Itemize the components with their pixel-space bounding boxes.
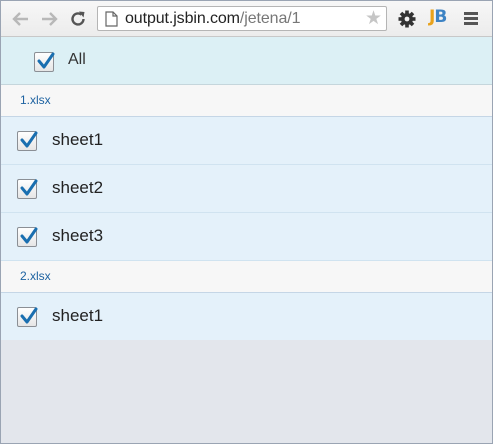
- star-icon[interactable]: ★: [365, 9, 382, 28]
- url-path: /jetena/1: [239, 10, 301, 27]
- sheet-row[interactable]: sheet1: [1, 117, 492, 165]
- forward-arrow-icon[interactable]: [38, 8, 60, 30]
- sheet-row[interactable]: sheet3: [1, 213, 492, 261]
- sheet-label: sheet1: [52, 130, 104, 149]
- browser-toolbar: output.jsbin.com/jetena/1 ★ JB: [1, 1, 492, 37]
- checkmark-icon: [37, 52, 55, 69]
- file-name: 1.xlsx: [20, 93, 51, 107]
- file-header-1: 1.xlsx: [1, 85, 492, 117]
- jsbin-logo[interactable]: JB: [429, 7, 447, 27]
- sheet-row[interactable]: sheet1: [1, 293, 492, 340]
- file-header-2: 2.xlsx: [1, 261, 492, 293]
- file-name: 2.xlsx: [20, 269, 51, 283]
- page-icon: [105, 11, 118, 27]
- back-arrow-icon[interactable]: [10, 8, 32, 30]
- checkmark-icon: [20, 307, 38, 324]
- checkmark-icon: [20, 227, 38, 244]
- sheet-checkbox[interactable]: [17, 131, 38, 151]
- sheet-checkbox[interactable]: [17, 227, 38, 247]
- browser-window: output.jsbin.com/jetena/1 ★ JB All 1.xls…: [0, 0, 493, 444]
- checkmark-icon: [20, 131, 38, 148]
- select-all-label: All: [68, 51, 86, 68]
- sheet-checkbox[interactable]: [17, 307, 38, 327]
- url-text: output.jsbin.com/jetena/1: [125, 10, 301, 28]
- gear-icon[interactable]: [397, 9, 417, 29]
- sheet-label: sheet3: [52, 226, 104, 245]
- select-all-row[interactable]: All: [1, 37, 492, 85]
- url-host: output.jsbin.com: [125, 10, 240, 27]
- checkmark-icon: [20, 179, 38, 196]
- sheet-row[interactable]: sheet2: [1, 165, 492, 213]
- address-bar[interactable]: output.jsbin.com/jetena/1 ★: [97, 6, 387, 31]
- sheet-selector: All 1.xlsx sheet1 sheet2 sheet3 2.xlsx s…: [1, 37, 492, 340]
- sheet-label: sheet1: [52, 306, 104, 325]
- reload-icon[interactable]: [67, 8, 89, 30]
- sheet-checkbox[interactable]: [17, 179, 38, 199]
- sheet-label: sheet2: [52, 178, 104, 197]
- select-all-checkbox[interactable]: [34, 52, 55, 72]
- hamburger-menu-icon[interactable]: [464, 12, 478, 25]
